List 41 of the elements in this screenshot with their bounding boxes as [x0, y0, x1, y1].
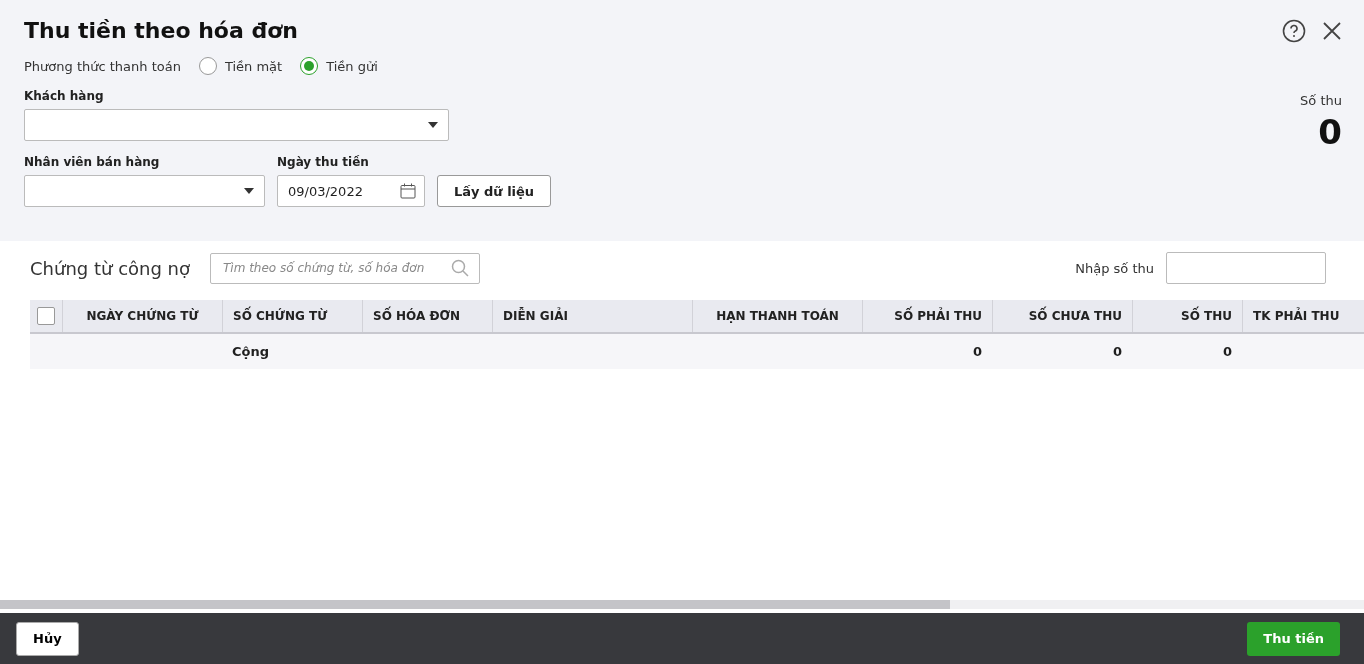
- field-label: Nhân viên bán hàng: [24, 155, 161, 169]
- payment-method-label: Phương thức thanh toán: [24, 58, 181, 74]
- receipt-total-label: Số thu: [1300, 93, 1342, 108]
- close-icon[interactable]: [1322, 20, 1342, 41]
- field-label: Ngày thu tiền: [277, 155, 370, 169]
- calendar-icon[interactable]: [400, 183, 416, 199]
- column-header: NGÀY CHỨNG TỪ: [62, 300, 222, 332]
- totals-label: Cộng: [231, 343, 271, 361]
- column-header: SỐ CHỨNG TỪ: [222, 300, 362, 332]
- radio-circle[interactable]: [198, 57, 217, 75]
- caret-icon: [428, 122, 438, 128]
- table-cell-text: 0: [971, 343, 983, 361]
- select-all-checkbox[interactable]: [37, 307, 55, 325]
- amount-input[interactable]: [1166, 252, 1326, 284]
- help-icon[interactable]: [1282, 18, 1306, 43]
- radio-option[interactable]: Tiền mặt: [198, 57, 283, 75]
- search-icon: [451, 259, 469, 277]
- customer-dropdown[interactable]: [24, 109, 449, 141]
- salesperson-dropdown[interactable]: [24, 175, 265, 207]
- amount-label: Nhập số thu: [1075, 260, 1154, 276]
- section-title: Chứng từ công nợ: [30, 257, 191, 279]
- table-cell-text: 0: [1111, 343, 1123, 361]
- dialog-title: Thu tiền theo hóa đơn: [24, 18, 298, 43]
- table-cell-text: 0: [1221, 343, 1233, 361]
- column-header: HẠN THANH TOÁN: [692, 300, 862, 332]
- search-field[interactable]: Tìm theo số chứng từ, số hóa đơn: [210, 252, 480, 284]
- column-header: SỐ THU: [1132, 300, 1242, 332]
- radio-circle[interactable]: [300, 57, 319, 75]
- fetch-data-button[interactable]: Lấy dữ liệu: [437, 175, 552, 207]
- column-header: SỐ HÓA ĐƠN: [362, 300, 492, 332]
- date-field[interactable]: 09/03/2022: [277, 175, 425, 207]
- radio-option[interactable]: Tiền gửi: [300, 57, 378, 75]
- column-header: SỐ CHƯA THU: [992, 300, 1132, 332]
- receipt-total-value: 0: [1318, 112, 1342, 152]
- column-header: SỐ PHẢI THU: [862, 300, 992, 332]
- column-header: DIỄN GIẢI: [492, 300, 692, 332]
- field-label: Khách hàng: [24, 89, 105, 103]
- caret-icon: [244, 188, 254, 194]
- cancel-button[interactable]: Hủy: [16, 621, 79, 656]
- horizontal-scrollbar[interactable]: [0, 600, 1364, 609]
- column-header: TK PHẢI THU: [1242, 300, 1362, 332]
